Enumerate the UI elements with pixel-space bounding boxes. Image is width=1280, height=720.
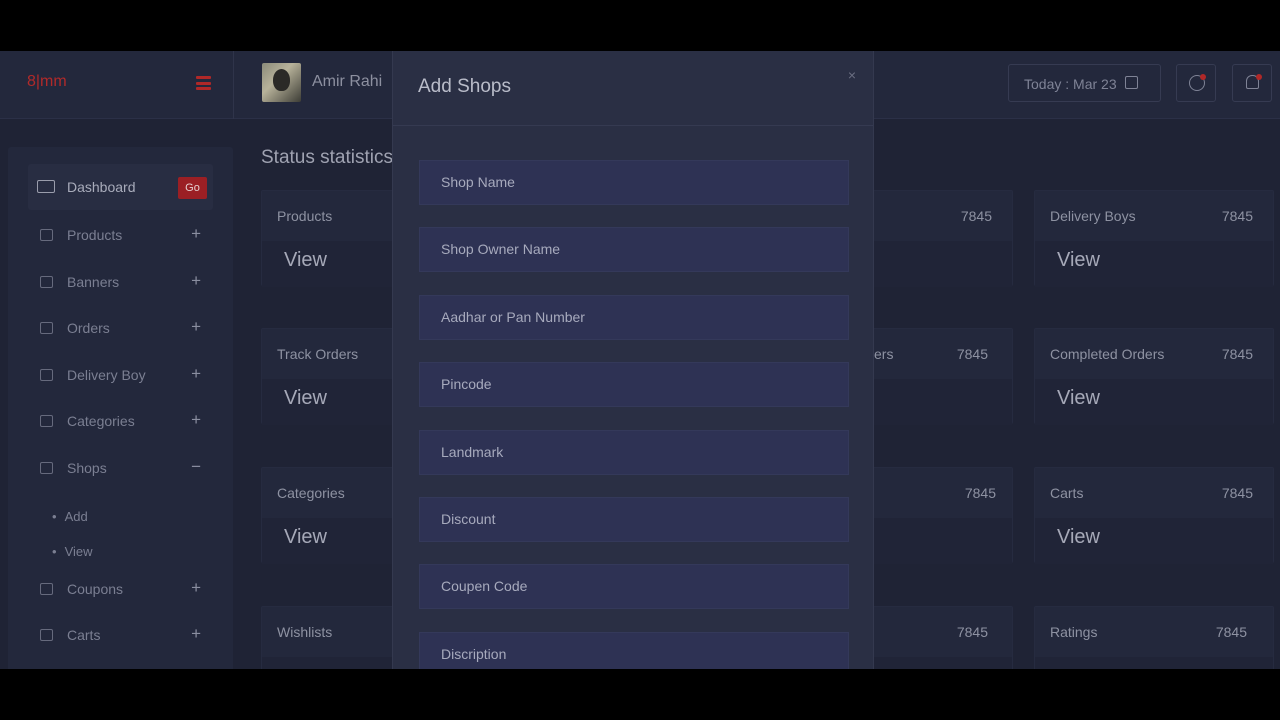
coupon-code-field[interactable]: Coupen Code xyxy=(419,564,849,609)
sidebar-item-banners[interactable]: Banners + xyxy=(28,259,213,305)
sidebar-item-carts[interactable]: Carts + xyxy=(28,612,213,658)
monitor-icon xyxy=(37,180,55,193)
date-picker-button[interactable]: Today : Mar 23 xyxy=(1008,64,1161,102)
notification-dot xyxy=(1256,74,1262,80)
card-value: 7845 xyxy=(1221,208,1253,224)
sidebar-item-label: Carts xyxy=(67,627,101,643)
card-value: 7845 xyxy=(964,485,996,501)
page-title: Status statistics xyxy=(261,147,393,168)
add-shops-modal: Add Shops × Shop Name Shop Owner Name Aa… xyxy=(392,51,874,669)
pincode-field[interactable]: Pincode xyxy=(419,362,849,407)
sidebar-item-products[interactable]: Products + xyxy=(28,212,213,258)
landmark-field[interactable]: Landmark xyxy=(419,430,849,475)
shop-name-field[interactable]: Shop Name xyxy=(419,160,849,205)
user-name[interactable]: Amir Rahi xyxy=(312,73,382,91)
sidebar-item-dashboard[interactable]: Dashboard Go xyxy=(28,164,213,210)
expand-icon[interactable]: + xyxy=(191,410,201,430)
sidebar-subitem-add[interactable]: Add xyxy=(52,509,88,524)
brand-logo[interactable]: 8|mm xyxy=(27,73,67,91)
discount-field[interactable]: Discount xyxy=(419,497,849,542)
sidebar-item-label: Banners xyxy=(67,274,120,290)
sidebar-item-categories[interactable]: Categories + xyxy=(28,398,213,444)
briefcase-icon xyxy=(40,322,53,334)
tag-icon xyxy=(40,415,53,427)
card-value: 7845 xyxy=(1215,624,1247,640)
pinterest-icon xyxy=(40,229,53,241)
avatar[interactable] xyxy=(262,63,301,102)
sidebar-item-label: Dashboard xyxy=(67,179,136,195)
sidebar-item-label: Shops xyxy=(67,460,107,476)
sidebar-item-label: Categories xyxy=(67,413,135,429)
copy-icon xyxy=(40,583,53,595)
notification-dot xyxy=(1200,74,1206,80)
expand-icon[interactable]: + xyxy=(191,364,201,384)
card-title: Products xyxy=(277,208,333,224)
sidebar: Dashboard Go Products + Banners + Orders… xyxy=(8,147,233,669)
expand-icon[interactable]: + xyxy=(191,578,201,598)
card-value: 7845 xyxy=(1221,346,1253,362)
view-link[interactable]: View xyxy=(1057,249,1100,272)
view-link[interactable]: View xyxy=(284,249,327,272)
today-label: Today : Mar 23 xyxy=(1024,76,1117,92)
hamburger-menu-icon[interactable] xyxy=(196,76,211,90)
stat-card-completed-orders: Completed Orders 7845 View xyxy=(1034,328,1274,425)
aadhar-pan-field[interactable]: Aadhar or Pan Number xyxy=(419,295,849,340)
card-title: Delivery Boys xyxy=(1050,208,1136,224)
settings-button[interactable] xyxy=(1176,64,1216,102)
card-value: 7845 xyxy=(956,346,988,362)
sidebar-item-orders[interactable]: Orders + xyxy=(28,305,213,351)
collapse-icon[interactable]: − xyxy=(191,457,201,477)
modal-header: Add Shops × xyxy=(393,51,873,126)
sidebar-item-coupons[interactable]: Coupons + xyxy=(28,566,213,612)
description-field[interactable]: Discription xyxy=(419,632,849,669)
expand-icon[interactable]: + xyxy=(191,224,201,244)
calendar-icon xyxy=(1125,76,1138,89)
stat-card-delivery-boys: Delivery Boys 7845 View xyxy=(1034,190,1274,287)
card-title: Ratings xyxy=(1050,624,1098,640)
view-link[interactable]: View xyxy=(1057,387,1100,410)
expand-icon[interactable]: + xyxy=(191,624,201,644)
sidebar-item-shops[interactable]: Shops − xyxy=(28,445,213,491)
card-value: 7845 xyxy=(960,208,992,224)
card-title: ers xyxy=(874,346,894,362)
sidebar-item-label: Products xyxy=(67,227,123,243)
stat-card-ratings: Ratings 7845 xyxy=(1034,606,1274,669)
expand-icon[interactable]: + xyxy=(191,271,201,291)
app-frame: 8|mm Amir Rahi Today : Mar 23 Dashboard … xyxy=(0,51,1280,669)
card-title: Wishlists xyxy=(277,624,333,640)
sidebar-item-delivery-boy[interactable]: Delivery Boy + xyxy=(28,352,213,398)
sidebar-item-label: Orders xyxy=(67,320,110,336)
modal-title: Add Shops xyxy=(418,76,511,97)
sidebar-item-label: Coupons xyxy=(67,581,124,597)
notifications-button[interactable] xyxy=(1232,64,1272,102)
card-value: 7845 xyxy=(1221,485,1253,501)
close-icon[interactable]: × xyxy=(848,67,856,83)
stat-card-carts: Carts 7845 View xyxy=(1034,467,1274,564)
expand-icon[interactable]: + xyxy=(191,317,201,337)
card-title: Carts xyxy=(1050,485,1084,501)
view-link[interactable]: View xyxy=(284,387,327,410)
view-link[interactable]: View xyxy=(1057,526,1100,549)
card-title: Categories xyxy=(277,485,345,501)
cart-icon xyxy=(40,629,53,641)
card-title: Track Orders xyxy=(277,346,359,362)
sitemap-icon xyxy=(40,369,53,381)
divider xyxy=(233,51,234,119)
shop-icon xyxy=(40,462,53,474)
sidebar-item-label: Delivery Boy xyxy=(67,367,146,383)
banner-icon xyxy=(40,276,53,288)
sidebar-subitem-view[interactable]: View xyxy=(52,544,93,559)
card-title: Completed Orders xyxy=(1050,346,1165,362)
go-badge[interactable]: Go xyxy=(178,177,207,199)
shop-owner-name-field[interactable]: Shop Owner Name xyxy=(419,227,849,272)
view-link[interactable]: View xyxy=(284,526,327,549)
card-value: 7845 xyxy=(956,624,988,640)
